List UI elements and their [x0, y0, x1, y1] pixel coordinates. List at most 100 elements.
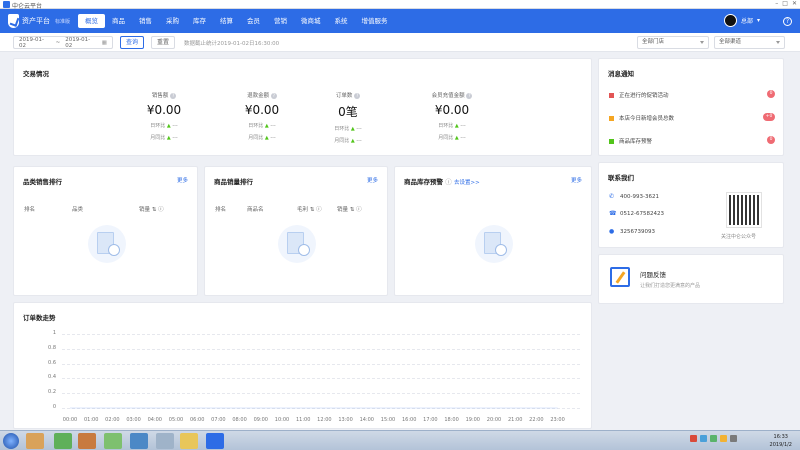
category-sales-rank-card: 品类销售排行 更多 排名 品类 销量 ⇅ ⓘ — [13, 166, 198, 296]
nav-item-8[interactable]: 微商城 — [294, 9, 328, 33]
brand-logo-icon — [8, 14, 19, 28]
col-rank: 排名 — [215, 207, 227, 213]
arrow-up-icon: ▲ — [166, 123, 171, 129]
help-icon[interactable]: ? — [270, 92, 277, 99]
overview-title: 交易情况 — [23, 70, 49, 78]
nav-item-3[interactable]: 采购 — [159, 9, 186, 33]
taskbar-app-icon[interactable] — [54, 433, 72, 449]
nav-item-0[interactable]: 概览 — [78, 14, 105, 28]
message-badge: 0 — [767, 90, 775, 98]
taskbar-app-icon[interactable] — [156, 433, 174, 449]
date-from[interactable]: 2019-01-02 — [19, 37, 51, 49]
telephone-icon: ☎ — [609, 210, 617, 217]
contact-phone: ✆ 400-993-3621 — [609, 194, 659, 201]
date-range-picker[interactable]: 2019-01-02 ~ 2019-01-02 ▦ — [13, 36, 113, 49]
help-icon[interactable]: ? — [354, 92, 361, 99]
calendar-icon[interactable]: ▦ — [102, 40, 107, 46]
reset-button[interactable]: 重置 — [151, 36, 175, 49]
month-compare-value: --- — [172, 135, 178, 141]
message-item[interactable]: 本店今日新增会员总数 — [609, 114, 674, 122]
chart-svg — [70, 407, 558, 409]
user-menu[interactable]: 总部 ▾ — [723, 14, 760, 27]
message-item[interactable]: 正在进行的促销活动 — [609, 91, 669, 99]
taskbar-app-icon[interactable] — [206, 433, 224, 449]
tray-icon[interactable] — [720, 435, 727, 442]
nav-item-2[interactable]: 销售 — [132, 9, 159, 33]
nav-item-1[interactable]: 商品 — [105, 9, 132, 33]
data-cutoff-note: 数据截止统计2019-01-02日16:30:00 — [184, 41, 280, 47]
flag-icon — [609, 115, 614, 121]
store-select[interactable]: 全部门店 — [637, 36, 709, 49]
day-compare-label: 日环比 — [150, 123, 166, 129]
maximize-icon[interactable]: □ — [782, 0, 788, 7]
date-to[interactable]: 2019-01-02 — [65, 37, 97, 49]
stat-label: 退款金额 ? — [222, 91, 302, 99]
col-margin[interactable]: 毛利 ⇅ ⓘ — [297, 205, 322, 213]
feedback-title[interactable]: 问题反馈 — [640, 269, 666, 279]
nav-item-4[interactable]: 库存 — [186, 9, 213, 33]
stat-label: 订单数 ? — [308, 91, 388, 99]
start-button[interactable] — [3, 433, 19, 449]
message-text[interactable]: 商品库存预警 — [619, 137, 652, 145]
product-rank-title: 商品销量排行 — [214, 178, 253, 186]
stat-value: 0笔 — [338, 105, 358, 119]
minimize-icon[interactable]: – — [775, 0, 778, 7]
close-icon[interactable]: ✕ — [792, 0, 797, 7]
messages-title: 消息通知 — [608, 70, 634, 78]
stat-label-text: 销售额 — [151, 93, 169, 99]
product-rank-more-link[interactable]: 更多 — [367, 176, 378, 184]
phone-number: 400-993-3621 — [620, 194, 659, 200]
taskbar-app-icon[interactable] — [104, 433, 122, 449]
taskbar-app-icon[interactable] — [180, 433, 198, 449]
stat-block: 会员充值金额 ? ¥0.00 日环比 ▲ --- 月同比 ▲ --- — [412, 91, 492, 141]
stock-warning-title: 商品库存预警 ⓘ 去设置>> — [404, 176, 480, 186]
nav-item-7[interactable]: 营销 — [267, 9, 294, 33]
tel-number: 0512-67582423 — [620, 211, 664, 217]
stat-label: 会员充值金额 ? — [412, 91, 492, 99]
feedback-subtitle: 让我们打造您更满意的产品 — [640, 283, 701, 289]
message-text[interactable]: 本店今日新增会员总数 — [619, 114, 674, 122]
nav-item-5[interactable]: 结算 — [213, 9, 240, 33]
category-rank-more-link[interactable]: 更多 — [177, 176, 188, 184]
avatar[interactable] — [723, 14, 737, 27]
stock-settings-link[interactable]: 去设置>> — [454, 180, 480, 186]
taskbar-app-icon[interactable] — [78, 433, 96, 449]
channel-select[interactable]: 全部渠道 — [714, 36, 785, 49]
month-compare: 月同比 ▲ --- — [222, 134, 302, 141]
taskbar-app-icon[interactable] — [26, 433, 44, 449]
help-icon[interactable]: ? — [466, 92, 473, 99]
day-compare: 日环比 ▲ --- — [222, 122, 302, 129]
arrow-up-icon: ▲ — [454, 135, 459, 141]
message-text[interactable]: 正在进行的促销活动 — [619, 91, 669, 99]
day-compare-value: --- — [172, 123, 178, 129]
tray-icon[interactable] — [710, 435, 717, 442]
tray-icon[interactable] — [730, 435, 737, 442]
tray-icon[interactable] — [700, 435, 707, 442]
user-name[interactable]: 总部 — [741, 16, 753, 25]
chevron-down-icon[interactable]: ▾ — [757, 17, 760, 24]
stat-value: ¥0.00 — [244, 103, 280, 117]
col-margin-label[interactable]: 毛利 — [297, 207, 308, 213]
messages-card: 消息通知 正在进行的促销活动 0 本店今日新增会员总数 +0 商品库存预警 0 — [598, 58, 784, 156]
system-clock[interactable]: 16:33 2019/1/2 — [770, 433, 792, 449]
month-compare-label: 月同比 — [248, 135, 264, 141]
nav-item-6[interactable]: 会员 — [240, 9, 267, 33]
feedback-card[interactable]: 问题反馈 让我们打造您更满意的产品 — [598, 254, 784, 304]
col-sales[interactable]: 销量 ⇅ ⓘ — [337, 205, 362, 213]
arrow-up-icon: ▲ — [264, 123, 269, 129]
col-sales[interactable]: 销量 ⇅ ⓘ — [139, 205, 164, 213]
col-rank: 排名 — [24, 207, 36, 213]
tray-icon[interactable] — [690, 435, 697, 442]
qr-label: 关注中仑公众号 — [721, 234, 757, 240]
col-sales-label[interactable]: 销量 — [337, 207, 348, 213]
help-icon[interactable]: ? — [783, 17, 792, 26]
help-icon[interactable]: ? — [170, 92, 177, 99]
nav-item-9[interactable]: 系统 — [328, 9, 355, 33]
nav-item-10[interactable]: 增值服务 — [355, 9, 395, 33]
col-sales-label[interactable]: 销量 — [139, 207, 150, 213]
query-button[interactable]: 查询 — [120, 36, 144, 49]
taskbar-app-icon[interactable] — [130, 433, 148, 449]
stock-warning-more-link[interactable]: 更多 — [571, 176, 582, 184]
month-compare-value: --- — [460, 135, 466, 141]
message-item[interactable]: 商品库存预警 — [609, 137, 652, 145]
